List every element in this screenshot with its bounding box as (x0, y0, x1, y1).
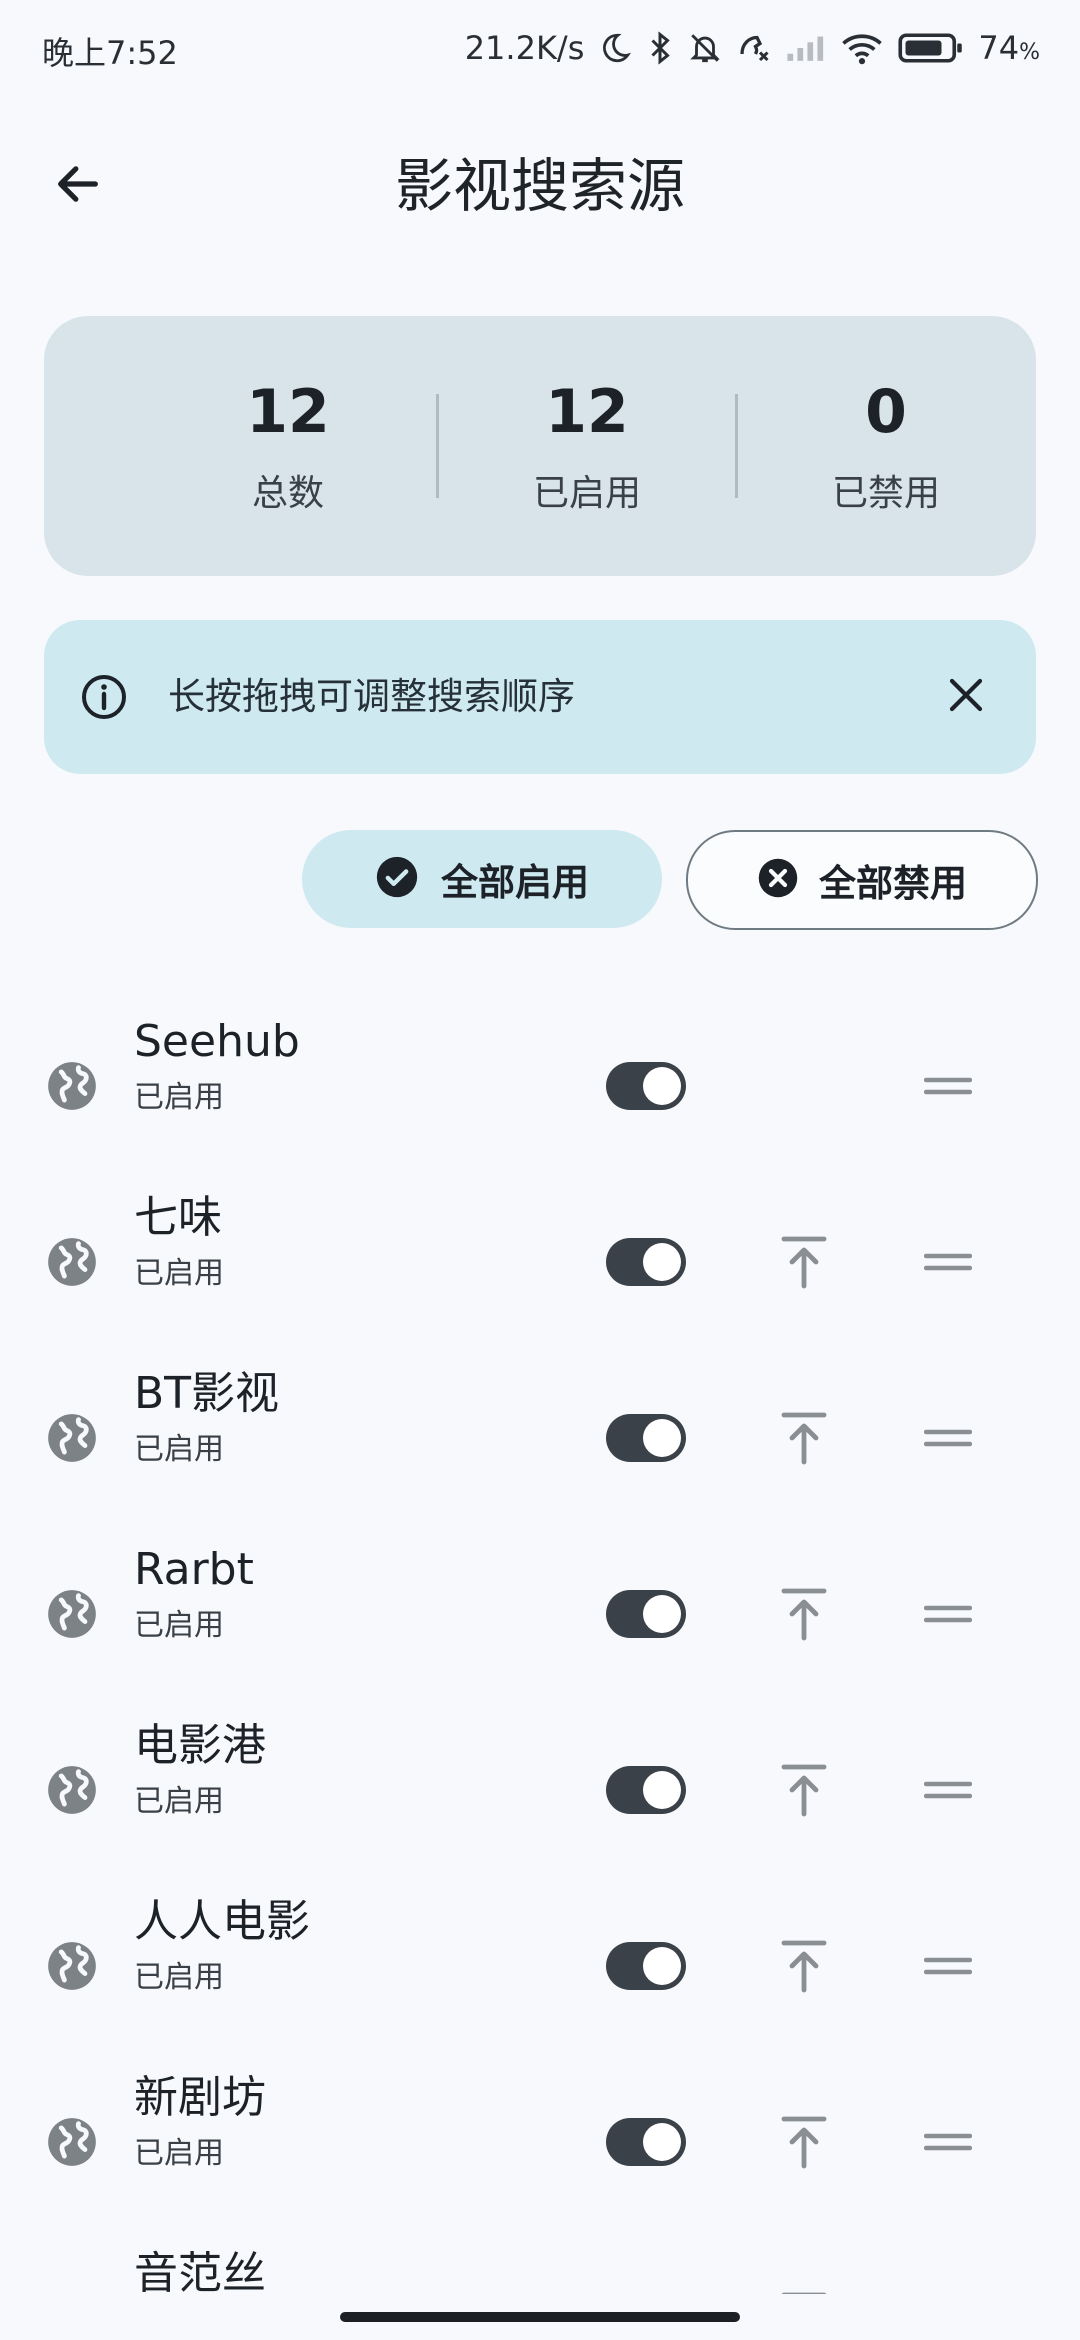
source-row[interactable]: 新剧坊 已启用 (0, 2058, 1080, 2234)
source-toggle[interactable] (606, 1062, 686, 1110)
source-row[interactable]: BT影视已启用 (0, 1354, 1080, 1530)
source-name: 电影港 (134, 1720, 266, 1771)
home-indicator[interactable] (340, 2312, 740, 2322)
cancel-circle-icon (757, 857, 799, 903)
source-name: 音范丝 (134, 2248, 266, 2294)
stat-enabled-value: 12 (545, 377, 629, 447)
source-row[interactable]: 音范丝 (0, 2234, 1080, 2294)
toggle-thumb (643, 1067, 681, 1105)
source-status: 已启用 (134, 2136, 224, 2171)
info-icon (80, 673, 128, 721)
globe-icon (46, 1412, 98, 1464)
disable-all-label: 全部禁用 (819, 862, 967, 905)
source-name: Seehub (134, 1016, 300, 1067)
network-speed: 21.2K/s (464, 29, 585, 67)
source-status: 已启用 (134, 1080, 224, 1115)
stat-disabled-label: 已禁用 (831, 473, 940, 514)
drag-handle-icon[interactable] (923, 1072, 973, 1100)
globe-icon (46, 1236, 98, 1288)
toggle-thumb (643, 1595, 681, 1633)
source-row[interactable]: Rarbt 已启用 (0, 1530, 1080, 1706)
source-toggle[interactable] (606, 1942, 686, 1990)
wifi-icon (840, 31, 884, 65)
toggle-thumb (643, 1243, 681, 1281)
source-name: BT影视 (134, 1368, 280, 1419)
source-name: 人人电影 (134, 1896, 310, 1947)
toggle-thumb (643, 1419, 681, 1457)
source-name: 新剧坊 (134, 2072, 266, 2123)
bell-off-icon (688, 30, 722, 66)
move-to-top-icon[interactable] (778, 1234, 830, 1290)
toggle-thumb (643, 1771, 681, 1809)
enable-all-label: 全部启用 (441, 861, 589, 904)
move-to-top-icon[interactable] (778, 1762, 830, 1818)
missed-call-icon (736, 30, 772, 66)
drag-handle-icon[interactable] (923, 1600, 973, 1628)
bluetooth-icon (646, 30, 674, 66)
stat-enabled-label: 已启用 (532, 473, 641, 514)
hint-close-button[interactable] (926, 657, 1006, 737)
moon-icon (598, 31, 632, 65)
move-to-top-icon[interactable] (778, 1410, 830, 1466)
globe-icon (46, 2116, 98, 2168)
globe-icon (46, 1588, 98, 1640)
source-toggle[interactable] (606, 1766, 686, 1814)
arrow-left-icon (52, 158, 104, 214)
source-toggle[interactable] (606, 1414, 686, 1462)
drag-handle-icon[interactable] (923, 1952, 973, 1980)
page-title: 影视搜索源 (394, 152, 685, 220)
battery-percent: 74% (978, 29, 1040, 67)
stat-disabled: 0 已禁用 (738, 376, 1034, 516)
globe-icon (46, 1060, 98, 1112)
battery-icon (898, 31, 964, 65)
stat-total: 12 总数 (140, 376, 436, 516)
globe-icon (46, 1940, 98, 1992)
stat-disabled-value: 0 (865, 377, 907, 447)
source-status: 已启用 (134, 1608, 224, 1643)
drag-handle-icon[interactable] (923, 1424, 973, 1452)
stats-card: 12 总数 12 已启用 0 已禁用 (44, 316, 1036, 576)
back-button[interactable] (38, 146, 118, 226)
toggle-thumb (643, 1947, 681, 1985)
move-to-top-icon[interactable] (778, 1586, 830, 1642)
stat-total-label: 总数 (251, 473, 324, 514)
source-toggle[interactable] (606, 1238, 686, 1286)
close-icon (945, 674, 987, 720)
disable-all-button[interactable]: 全部禁用 (686, 830, 1038, 930)
source-status: 已启用 (134, 1960, 224, 1995)
drag-handle-icon[interactable] (923, 1248, 973, 1276)
move-to-top-icon[interactable] (778, 2290, 830, 2294)
source-status: 已启用 (134, 1432, 224, 1467)
source-row[interactable]: Seehub 已启用 (0, 1002, 1080, 1178)
move-to-top-icon[interactable] (778, 2114, 830, 2170)
source-name: Rarbt (134, 1544, 254, 1595)
check-circle-icon (375, 855, 419, 903)
source-status: 已启用 (134, 1784, 224, 1819)
status-icons: 21.2K/s 74% (465, 24, 1040, 72)
stat-enabled: 12 已启用 (439, 376, 735, 516)
source-row[interactable]: 电影港 已启用 (0, 1706, 1080, 1882)
stat-total-value: 12 (246, 377, 330, 447)
globe-icon (46, 2292, 98, 2294)
cellular-signal-icon (786, 33, 826, 63)
hint-banner: 长按拖拽可调整搜索顺序 (44, 620, 1036, 774)
source-toggle[interactable] (606, 1590, 686, 1638)
source-name: 七味 (134, 1192, 222, 1243)
drag-handle-icon[interactable] (923, 2128, 973, 2156)
drag-handle-icon[interactable] (923, 1776, 973, 1804)
source-row[interactable]: 人人电影 已启用 (0, 1882, 1080, 2058)
toggle-thumb (643, 2123, 681, 2161)
status-time: 晚上7:52 (42, 34, 178, 72)
source-toggle[interactable] (606, 2118, 686, 2166)
enable-all-button[interactable]: 全部启用 (302, 830, 662, 928)
status-bar: 晚上7:52 21.2K/s 74% (0, 0, 1080, 100)
source-list: Seehub 已启用 七味 已启用 BT影视 已启用 Rarbt 已启用 电影港 已启用 人人电影已… (0, 1002, 1080, 2294)
hint-text: 长按拖拽可调整搜索顺序 (168, 675, 575, 718)
source-status: 已启用 (134, 1256, 224, 1291)
move-to-top-icon[interactable] (778, 1938, 830, 1994)
globe-icon (46, 1764, 98, 1816)
source-row[interactable]: 七味 已启用 (0, 1178, 1080, 1354)
